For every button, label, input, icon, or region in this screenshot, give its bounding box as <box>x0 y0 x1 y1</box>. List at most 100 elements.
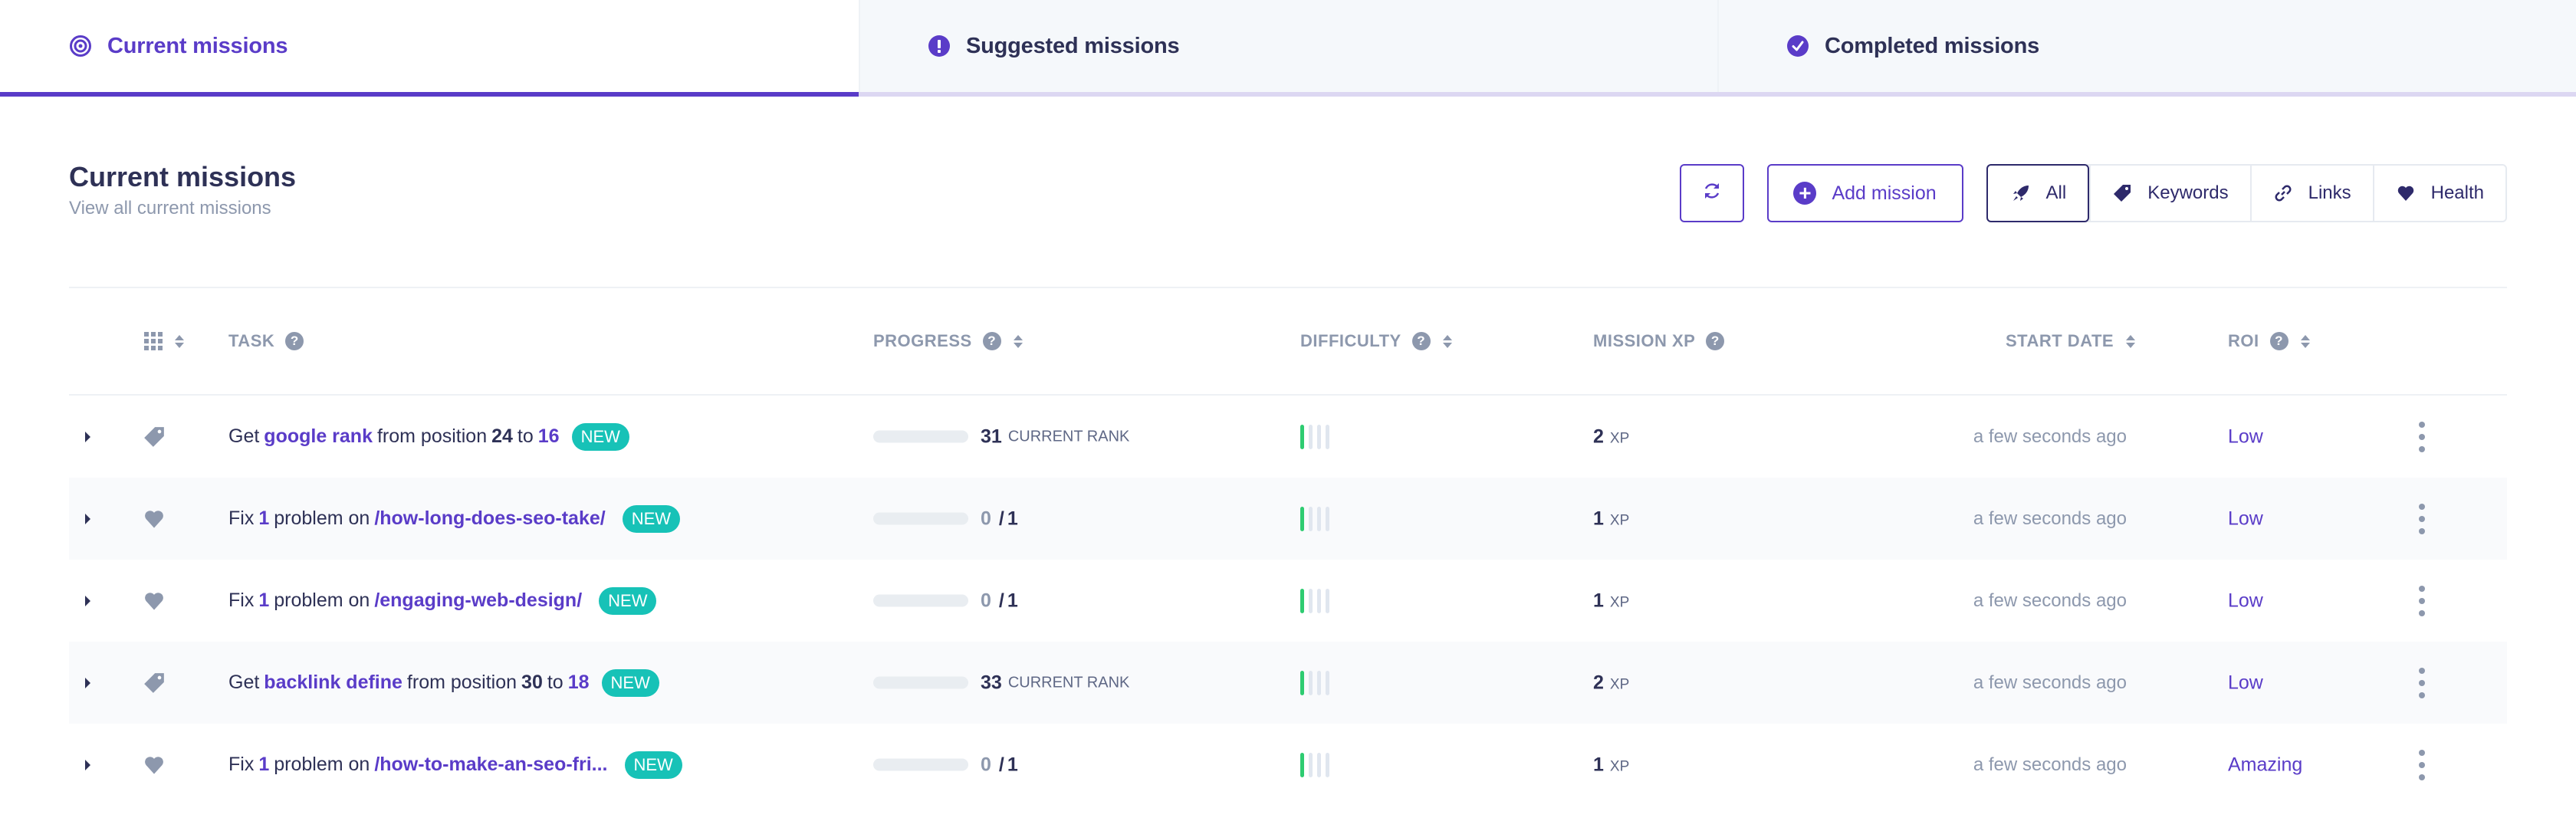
tab-current-missions[interactable]: Current missions <box>0 0 859 92</box>
refresh-icon <box>1700 179 1723 208</box>
xp-unit: XP <box>1609 594 1630 610</box>
tab-completed-missions[interactable]: Completed missions <box>1717 0 2576 92</box>
dot <box>2419 774 2425 780</box>
help-icon[interactable]: ? <box>1411 332 1431 350</box>
start-date: a few seconds ago <box>1973 672 2127 693</box>
more-options-button[interactable] <box>2416 501 2428 537</box>
filter-health[interactable]: Health <box>2372 166 2505 221</box>
roi-value[interactable]: Amazing <box>2228 754 2302 776</box>
add-mission-button[interactable]: + Add mission <box>1766 164 1963 222</box>
progress-separator: / <box>998 590 1004 611</box>
sort-icon[interactable] <box>1013 334 1023 348</box>
start-date: a few seconds ago <box>1973 425 2127 447</box>
progress-total: 1 <box>1007 507 1018 529</box>
help-icon[interactable]: ? <box>982 332 1001 350</box>
difficulty-bar <box>1300 752 1304 777</box>
sort-icon[interactable] <box>1442 334 1452 348</box>
sort-icon[interactable] <box>2300 334 2310 348</box>
more-options-button[interactable] <box>2416 419 2428 455</box>
expand-row-button[interactable] <box>80 757 95 773</box>
tab-label: Suggested missions <box>966 33 1180 58</box>
filter-links[interactable]: Links <box>2249 166 2373 221</box>
more-options-button[interactable] <box>2416 583 2428 619</box>
tag-icon <box>143 672 166 695</box>
tab-suggested-missions[interactable]: Suggested missions <box>859 0 1717 92</box>
current-rank-label: CURRENT RANK <box>1007 674 1130 691</box>
difficulty-bar <box>1326 588 1329 613</box>
difficulty-bar <box>1309 506 1313 531</box>
task-middle: problem on <box>274 507 370 529</box>
xp-unit: XP <box>1609 430 1630 446</box>
column-type-sort[interactable] <box>144 332 184 350</box>
refresh-button[interactable] <box>1679 164 1744 222</box>
dot <box>2419 527 2425 534</box>
roi-value[interactable]: Low <box>2228 507 2263 530</box>
column-label: MISSION XP <box>1593 331 1696 350</box>
table-row[interactable]: Fix 1 problem on /engaging-web-design/ N… <box>69 560 2507 642</box>
column-progress[interactable]: PROGRESS ? <box>873 331 1023 351</box>
page-title: Current missions <box>69 161 297 192</box>
dot <box>2419 515 2425 522</box>
filter-keywords[interactable]: Keywords <box>2089 166 2249 221</box>
page-path-link[interactable]: /how-long-does-seo-take/ <box>374 507 605 530</box>
difficulty-bar <box>1309 588 1313 613</box>
problem-count: 1 <box>258 590 270 611</box>
difficulty-bar <box>1309 752 1313 777</box>
column-label: DIFFICULTY <box>1300 331 1401 350</box>
expand-row-button[interactable] <box>80 675 95 691</box>
table-row[interactable]: Get backlink define from position 30 to … <box>69 642 2507 724</box>
keyword-link[interactable]: backlink define <box>264 672 402 694</box>
filter-label: All <box>2045 182 2067 203</box>
plus-circle-icon: + <box>1793 182 1817 205</box>
column-label: START DATE <box>2006 331 2114 350</box>
xp-cell: 1 XP <box>1593 754 1629 776</box>
exclamation-circle-icon <box>928 34 951 57</box>
caret-right-icon <box>84 513 90 524</box>
page-path-link[interactable]: /engaging-web-design/ <box>374 590 582 612</box>
expand-row-button[interactable] <box>80 429 95 445</box>
dot <box>2419 585 2425 592</box>
help-icon[interactable]: ? <box>1706 332 1725 350</box>
roi-value[interactable]: Low <box>2228 672 2263 694</box>
filter-all[interactable]: All <box>1986 164 2090 222</box>
caret-right-icon <box>84 431 90 442</box>
table-row[interactable]: Fix 1 problem on /how-long-does-seo-take… <box>69 478 2507 560</box>
table-header: TASK ? PROGRESS ? DIFFICULTY ? MISSION X… <box>69 288 2507 396</box>
column-roi[interactable]: ROI ? <box>2228 331 2310 351</box>
help-icon[interactable]: ? <box>2269 332 2288 350</box>
difficulty-bar <box>1300 588 1304 613</box>
help-icon[interactable]: ? <box>285 332 304 350</box>
task-cell: Get google rank from position 24 to 16 N… <box>228 422 629 451</box>
toolbar: + Add mission All Keywords Links Health <box>1679 164 2507 222</box>
column-start-date[interactable]: START DATE <box>2006 331 2136 351</box>
sort-icon[interactable] <box>2126 334 2136 348</box>
keyword-link[interactable]: google rank <box>264 425 373 448</box>
more-options-button[interactable] <box>2416 747 2428 783</box>
expand-row-button[interactable] <box>80 511 95 527</box>
column-label: ROI <box>2228 331 2259 350</box>
dot <box>2419 433 2425 440</box>
progress-cell: 31 CURRENT RANK <box>873 425 1129 448</box>
task-cell: Fix 1 problem on /engaging-web-design/ N… <box>228 586 657 615</box>
progress-total: 1 <box>1007 754 1018 775</box>
expand-row-button[interactable] <box>80 593 95 609</box>
dot <box>2419 667 2425 674</box>
roi-value[interactable]: Low <box>2228 590 2263 612</box>
table-row[interactable]: Get google rank from position 24 to 16 N… <box>69 396 2507 478</box>
roi-value[interactable]: Low <box>2228 425 2263 448</box>
check-circle-icon <box>1786 34 1809 57</box>
xp-unit: XP <box>1609 758 1630 774</box>
progress-bar <box>873 430 968 443</box>
filter-label: Links <box>2308 182 2351 203</box>
dot <box>2419 761 2425 768</box>
page-path-link[interactable]: /how-to-make-an-seo-fri... <box>374 754 607 776</box>
difficulty-bar <box>1326 752 1329 777</box>
table-row[interactable]: Fix 1 problem on /how-to-make-an-seo-fri… <box>69 724 2507 806</box>
xp-unit: XP <box>1609 512 1630 528</box>
task-middle: problem on <box>274 590 370 611</box>
progress-bar <box>873 758 968 771</box>
column-difficulty[interactable]: DIFFICULTY ? <box>1300 331 1452 351</box>
task-middle: from position <box>376 425 488 447</box>
more-options-button[interactable] <box>2416 665 2428 701</box>
column-task: TASK ? <box>228 331 304 351</box>
